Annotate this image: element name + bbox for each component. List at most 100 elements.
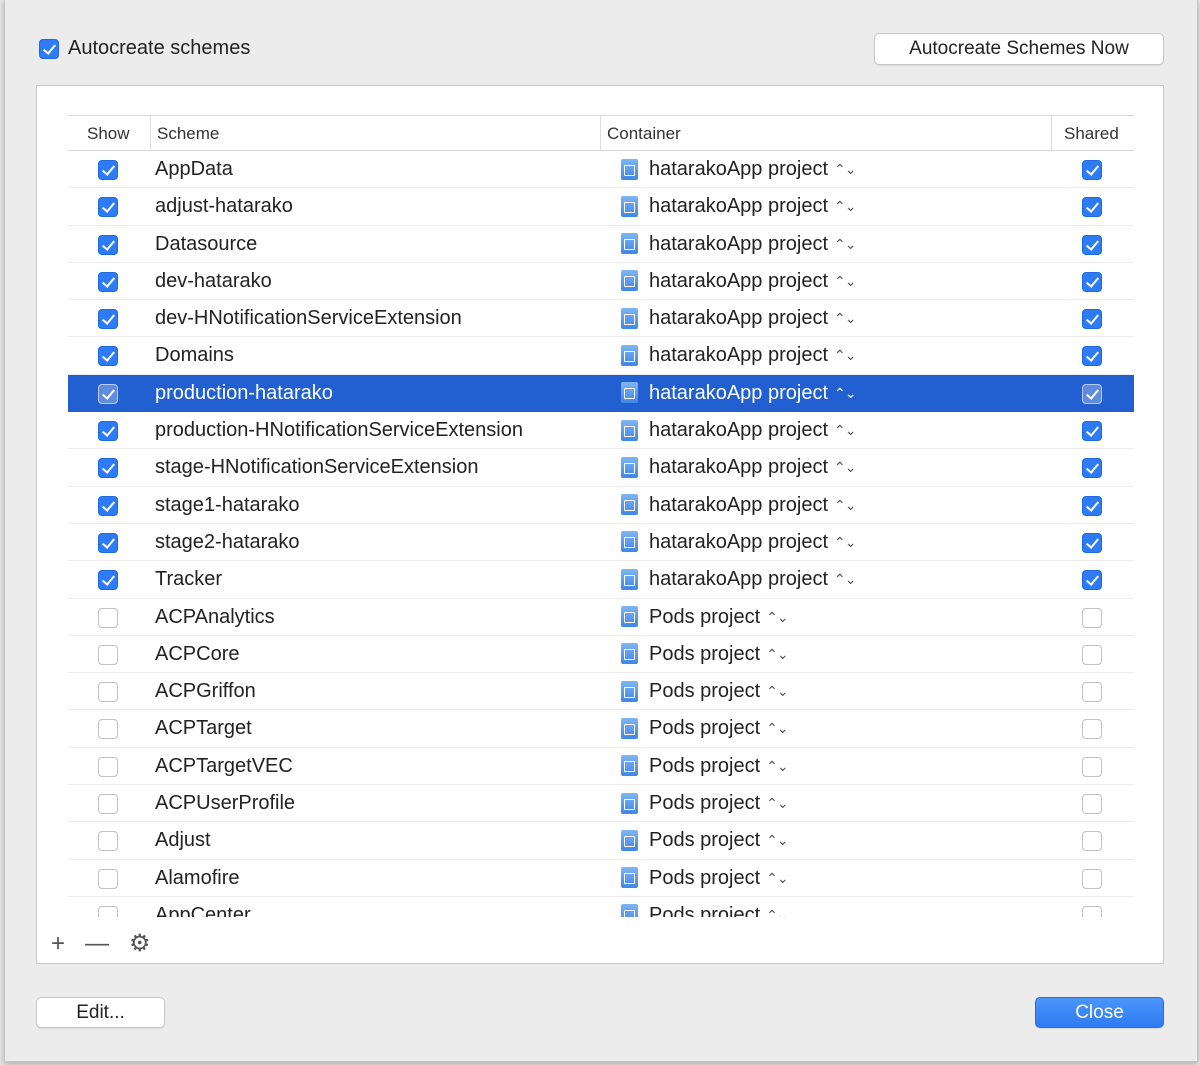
shared-checkbox[interactable] [1082, 719, 1102, 740]
edit-button[interactable]: Edit... [36, 997, 165, 1028]
show-checkbox[interactable] [98, 756, 118, 777]
show-checkbox[interactable] [98, 831, 118, 852]
container-popup[interactable]: hatarakoApp project ⌃⌄ [621, 487, 857, 523]
schemes-table: Show Scheme Container Shared AppData hata… [68, 115, 1134, 917]
container-popup[interactable]: Pods project ⌃⌄ [621, 636, 789, 672]
container-popup[interactable]: Pods project ⌃⌄ [621, 785, 789, 821]
shared-checkbox[interactable] [1082, 383, 1102, 404]
column-header-shared[interactable]: Shared [1051, 116, 1119, 151]
container-popup[interactable]: hatarakoApp project ⌃⌄ [621, 188, 857, 224]
container-popup[interactable]: hatarakoApp project ⌃⌄ [621, 300, 857, 336]
shared-checkbox[interactable] [1082, 905, 1102, 917]
shared-checkbox[interactable] [1082, 532, 1102, 553]
column-header-container[interactable]: Container [600, 116, 681, 151]
show-checkbox[interactable] [98, 682, 118, 703]
shared-checkbox[interactable] [1082, 607, 1102, 628]
shared-checkbox[interactable] [1082, 570, 1102, 591]
show-checkbox[interactable] [98, 234, 118, 255]
show-checkbox[interactable] [98, 719, 118, 740]
container-popup[interactable]: hatarakoApp project ⌃⌄ [621, 226, 857, 262]
shared-checkbox[interactable] [1082, 421, 1102, 442]
shared-checkbox[interactable] [1082, 682, 1102, 703]
table-row[interactable]: stage2-hatarako hatarakoApp project ⌃⌄ [68, 524, 1134, 562]
show-checkbox[interactable] [98, 794, 118, 815]
container-popup[interactable]: hatarakoApp project ⌃⌄ [621, 375, 857, 411]
show-checkbox[interactable] [98, 905, 118, 917]
show-checkbox[interactable] [98, 570, 118, 591]
gear-icon[interactable]: ⚙ [129, 932, 151, 956]
show-checkbox[interactable] [98, 421, 118, 442]
show-checkbox[interactable] [98, 271, 118, 292]
table-row[interactable]: ACPTarget Pods project ⌃⌄ [68, 710, 1134, 748]
container-popup[interactable]: hatarakoApp project ⌃⌄ [621, 561, 857, 597]
show-checkbox[interactable] [98, 868, 118, 889]
container-name: Pods project [649, 642, 761, 665]
autocreate-schemes-now-button[interactable]: Autocreate Schemes Now [874, 33, 1164, 65]
shared-checkbox[interactable] [1082, 346, 1102, 367]
close-button[interactable]: Close [1035, 997, 1164, 1028]
table-row[interactable]: adjust-hatarako hatarakoApp project ⌃⌄ [68, 188, 1134, 226]
container-popup[interactable]: Pods project ⌃⌄ [621, 897, 789, 917]
show-checkbox[interactable] [98, 495, 118, 516]
shared-checkbox[interactable] [1082, 160, 1102, 180]
container-popup[interactable]: Pods project ⌃⌄ [621, 599, 789, 635]
table-row[interactable]: Adjust Pods project ⌃⌄ [68, 822, 1134, 860]
column-header-show[interactable]: Show [87, 116, 130, 151]
container-popup[interactable]: Pods project ⌃⌄ [621, 822, 789, 858]
container-popup[interactable]: hatarakoApp project ⌃⌄ [621, 412, 857, 448]
up-down-chevron-icon: ⌃⌄ [766, 608, 788, 625]
shared-checkbox[interactable] [1082, 458, 1102, 479]
table-row[interactable]: Domains hatarakoApp project ⌃⌄ [68, 337, 1134, 375]
shared-checkbox[interactable] [1082, 234, 1102, 255]
container-popup[interactable]: Pods project ⌃⌄ [621, 673, 789, 709]
show-checkbox[interactable] [98, 458, 118, 479]
table-row[interactable]: ACPAnalytics Pods project ⌃⌄ [68, 599, 1134, 636]
table-row[interactable]: ACPUserProfile Pods project ⌃⌄ [68, 785, 1134, 823]
container-popup[interactable]: Pods project ⌃⌄ [621, 710, 789, 746]
show-checkbox[interactable] [98, 309, 118, 330]
xcode-project-icon [621, 531, 638, 553]
container-popup[interactable]: Pods project ⌃⌄ [621, 748, 789, 784]
table-row[interactable]: AppData hatarakoApp project ⌃⌄ [68, 151, 1134, 189]
shared-checkbox[interactable] [1082, 831, 1102, 852]
autocreate-toggle[interactable]: Autocreate schemes [39, 37, 250, 60]
autocreate-checkbox[interactable] [39, 38, 59, 59]
container-popup[interactable]: Pods project ⌃⌄ [621, 860, 789, 896]
shared-checkbox[interactable] [1082, 644, 1102, 665]
show-checkbox[interactable] [98, 532, 118, 553]
table-row[interactable]: ACPTargetVEC Pods project ⌃⌄ [68, 748, 1134, 786]
show-checkbox[interactable] [98, 197, 118, 218]
table-row[interactable]: production-HNotificationServiceExtension… [68, 412, 1134, 450]
shared-checkbox[interactable] [1082, 794, 1102, 815]
table-row[interactable]: Tracker hatarakoApp project ⌃⌄ [68, 561, 1134, 599]
table-row[interactable]: ACPCore Pods project ⌃⌄ [68, 636, 1134, 674]
container-popup[interactable]: hatarakoApp project ⌃⌄ [621, 337, 857, 373]
show-checkbox[interactable] [98, 383, 118, 404]
container-popup[interactable]: hatarakoApp project ⌃⌄ [621, 151, 857, 187]
table-row[interactable]: Alamofire Pods project ⌃⌄ [68, 860, 1134, 897]
show-checkbox[interactable] [98, 160, 118, 180]
table-row[interactable]: stage1-hatarako hatarakoApp project ⌃⌄ [68, 487, 1134, 524]
show-checkbox[interactable] [98, 607, 118, 628]
show-checkbox[interactable] [98, 346, 118, 367]
column-header-scheme[interactable]: Scheme [150, 116, 219, 151]
shared-checkbox[interactable] [1082, 756, 1102, 777]
shared-checkbox[interactable] [1082, 868, 1102, 889]
table-row[interactable]: production-hatarako hatarakoApp project ⌃⌄ [68, 374, 1134, 413]
container-popup[interactable]: hatarakoApp project ⌃⌄ [621, 263, 857, 299]
remove-scheme-button[interactable]: — [85, 932, 109, 956]
table-row[interactable]: stage-HNotificationServiceExtension hatar… [68, 449, 1134, 487]
table-row[interactable]: AppCenter Pods project ⌃⌄ [68, 897, 1134, 917]
show-checkbox[interactable] [98, 644, 118, 665]
add-scheme-button[interactable]: + [51, 932, 65, 956]
shared-checkbox[interactable] [1082, 197, 1102, 218]
container-popup[interactable]: hatarakoApp project ⌃⌄ [621, 449, 857, 485]
shared-checkbox[interactable] [1082, 495, 1102, 516]
table-row[interactable]: dev-HNotificationServiceExtension hatarak… [68, 300, 1134, 338]
container-popup[interactable]: hatarakoApp project ⌃⌄ [621, 524, 857, 560]
table-row[interactable]: ACPGriffon Pods project ⌃⌄ [68, 673, 1134, 711]
shared-checkbox[interactable] [1082, 309, 1102, 330]
table-row[interactable]: Datasource hatarakoApp project ⌃⌄ [68, 226, 1134, 263]
table-row[interactable]: dev-hatarako hatarakoApp project ⌃⌄ [68, 263, 1134, 301]
shared-checkbox[interactable] [1082, 271, 1102, 292]
